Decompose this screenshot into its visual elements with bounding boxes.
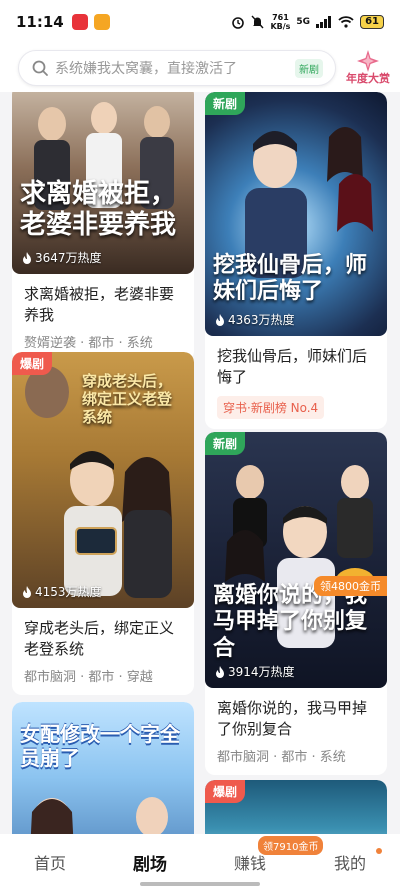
nav-earn-label: 赚钱 [233,854,266,873]
heat-count: 4363万热度 [215,311,295,328]
search-header: 系统嫌我太窝囊，直接激活了 新剧 年度大赏 [0,44,400,92]
drama-poster[interactable]: 新剧 离婚你说的，我马甲掉了你别复合 领4800金币 3914万热度 [205,432,387,688]
bottom-nav: 首页 剧场 赚钱 领7910金币 我的 [0,834,400,889]
net-speed: 761 KB/s [270,13,291,31]
drama-card[interactable]: 新剧 离婚你说的，我马甲掉了你别复合 领4800金币 3914万热度 离婚你说的… [205,432,387,775]
drama-feed[interactable]: 求离婚被拒，老婆非要养我 3647万热度 求离婚被拒，老婆非要养我 赘婿逆袭 ·… [0,92,400,834]
flame-icon [216,665,224,678]
flame-icon [23,251,31,264]
drama-tags: 都市脑洞 · 都市 · 系统 [217,750,346,765]
signal-icon [316,16,332,28]
search-icon [32,60,48,76]
heat-count: 3647万热度 [22,249,102,266]
network-type: 5G [296,17,311,27]
hot-badge: 爆剧 [12,352,53,375]
home-indicator[interactable] [140,882,260,886]
annual-awards-button[interactable]: 年度大赏 [346,48,390,88]
wifi-icon [338,16,354,28]
mute-icon [251,15,264,29]
search-bar[interactable]: 系统嫌我太窝囊，直接激活了 新剧 [18,50,336,86]
game-notification-icon [93,14,110,30]
app-notification-icon [71,14,88,30]
poster-title: 穿成老头后，绑定正义老登系统 [82,372,173,426]
notification-dot [376,848,382,854]
status-bar: 11:14 761 KB/s 5G 61 [0,0,400,44]
hot-badge: 爆剧 [205,780,246,803]
nav-earn[interactable]: 赚钱 领7910金币 [200,836,324,874]
drama-card[interactable]: 爆剧 穿成老头后，绑定正义老登系统 4153万热度 穿成老头后，绑定正义老登系统… [12,352,194,695]
nav-mine-label: 我的 [333,854,366,873]
nav-theater[interactable]: 剧场 [100,850,200,875]
drama-poster[interactable]: 爆剧 穿成老头后，绑定正义老登系统 4153万热度 [12,352,194,608]
drama-title: 离婚你说的，我马甲掉了你别复合 [217,699,368,738]
awards-label: 年度大赏 [346,72,390,85]
drama-poster[interactable]: 爆剧 [205,780,387,834]
rank-tag[interactable]: 穿书·新剧榜 No.4 [217,396,325,419]
drama-card[interactable]: 女配修改一个字全员崩了 [12,702,194,834]
drama-title: 穿成老头后，绑定正义老登系统 [24,619,175,658]
battery-indicator: 61 [360,15,384,29]
coin-reward-tag[interactable]: 领4800金币 [314,576,387,596]
poster-title: 求离婚被拒，老婆非要养我 [20,179,177,241]
sparkle-star-icon [357,50,379,72]
heat-count: 3914万热度 [215,663,295,680]
drama-card[interactable]: 新剧 挖我仙骨后，师妹们后悔了 4363万热度 挖我仙骨后，师妹们后悔了 穿书·… [205,92,387,429]
drama-card[interactable]: 爆剧 [205,780,387,834]
status-indicators: 761 KB/s 5G 61 [231,13,384,31]
new-badge: 新剧 [205,92,246,115]
alarm-icon [232,17,245,29]
poster-title: 女配修改一个字全员崩了 [20,722,180,770]
nav-home[interactable]: 首页 [0,850,100,874]
drama-title: 挖我仙骨后，师妹们后悔了 [217,347,368,386]
flame-icon [23,585,31,598]
drama-card[interactable]: 求离婚被拒，老婆非要养我 3647万热度 求离婚被拒，老婆非要养我 赘婿逆袭 ·… [12,92,194,361]
drama-poster[interactable]: 新剧 挖我仙骨后，师妹们后悔了 4363万热度 [205,92,387,336]
drama-tags: 都市脑洞 · 都市 · 穿越 [24,670,153,685]
poster-title: 挖我仙骨后，师妹们后悔了 [213,252,368,305]
nav-mine[interactable]: 我的 [300,848,400,874]
new-badge: 新剧 [205,432,246,455]
flame-icon [216,313,224,326]
drama-poster[interactable]: 女配修改一个字全员崩了 [12,702,194,834]
drama-title: 求离婚被拒，老婆非要养我 [24,285,175,324]
status-time: 11:14 [16,13,64,31]
heat-count: 4153万热度 [22,583,102,600]
search-new-tag: 新剧 [295,58,323,78]
search-placeholder: 系统嫌我太窝囊，直接激活了 [55,61,237,77]
drama-poster[interactable]: 求离婚被拒，老婆非要养我 3647万热度 [12,92,194,274]
